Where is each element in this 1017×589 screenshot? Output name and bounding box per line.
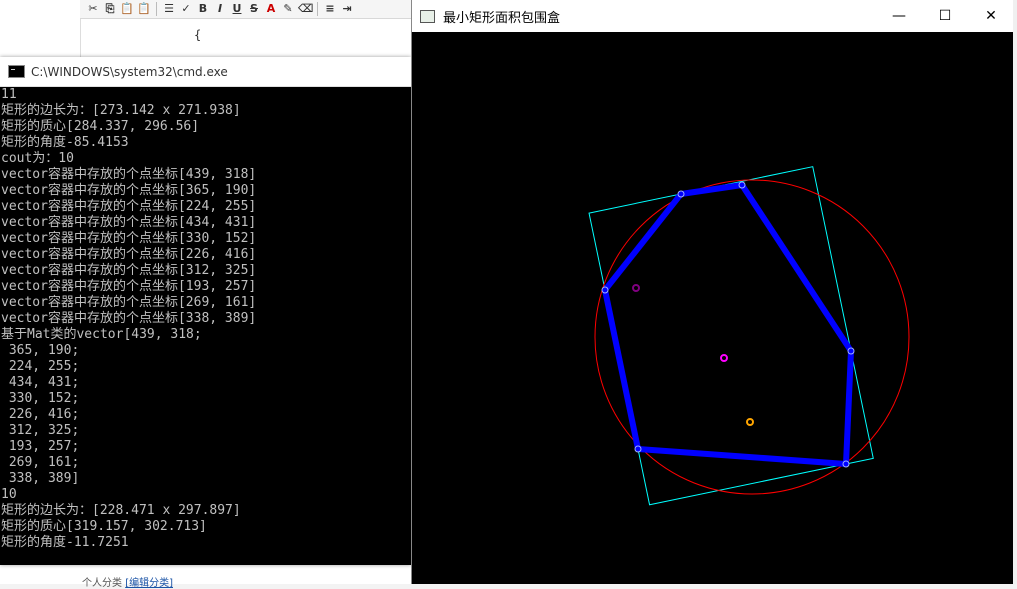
console-line: vector容器中存放的个点坐标[224, 255] (1, 199, 257, 214)
cmd-title: C:\WINDOWS\system32\cmd.exe (31, 64, 228, 79)
editor-footer: 个人分类 [编辑分类] (82, 574, 173, 589)
console-line: 矩形的角度-11.7251 (1, 535, 129, 550)
highlight-icon[interactable]: ✎ (281, 2, 295, 16)
console-line: 矩形的边长为：[228.471 x 297.897] (1, 503, 241, 518)
italic-icon[interactable]: I (213, 2, 227, 16)
paste-text-icon[interactable]: 📋 (137, 2, 151, 16)
image-window-title: 最小矩形面积包围盒 (443, 10, 561, 26)
cut-icon[interactable]: ✂ (86, 2, 100, 16)
minimize-button[interactable]: — (876, 0, 922, 32)
toolbar-divider (156, 2, 157, 16)
canvas-background (412, 33, 1013, 584)
indent-icon[interactable]: ⇥ (340, 2, 354, 16)
console-line: vector容器中存放的个点坐标[365, 190] (1, 183, 257, 198)
console-line: 434, 431; (1, 375, 80, 390)
strikethrough-icon[interactable]: S (247, 2, 261, 16)
console-line: 338, 389] (1, 471, 80, 486)
console-line: vector容器中存放的个点坐标[226, 416] (1, 247, 257, 262)
console-line: vector容器中存放的个点坐标[312, 325] (1, 263, 257, 278)
align-icon[interactable]: ≡ (323, 2, 337, 16)
editor-gutter (80, 19, 81, 59)
cmd-titlebar[interactable]: C:\WINDOWS\system32\cmd.exe (0, 57, 411, 87)
font-color-icon[interactable]: A (264, 2, 278, 16)
copy-icon[interactable]: ⎘ (103, 2, 117, 16)
close-button[interactable]: ✕ (968, 0, 1014, 32)
console-line: 224, 255; (1, 359, 80, 374)
console-icon (8, 65, 25, 78)
console-line: vector容器中存放的个点坐标[434, 431] (1, 215, 257, 230)
console-line: 基于Mat类的vector[439, 318; (1, 327, 202, 342)
console-line: 矩形的边长为：[273.142 x 271.938] (1, 103, 241, 118)
code-brace: { (194, 28, 202, 42)
console-line: 10 (1, 487, 17, 502)
console-line: 226, 416; (1, 407, 80, 422)
bounding-box-canvas (412, 33, 1013, 584)
cmd-window[interactable]: C:\WINDOWS\system32\cmd.exe 11 矩形的边长为：[27… (0, 57, 411, 565)
console-line: vector容器中存放的个点坐标[338, 389] (1, 311, 257, 326)
console-line: vector容器中存放的个点坐标[439, 318] (1, 167, 257, 182)
console-line: 193, 257; (1, 439, 80, 454)
underline-icon[interactable]: U (230, 2, 244, 16)
console-line: 269, 161; (1, 455, 80, 470)
maximize-button[interactable]: ☐ (922, 0, 968, 32)
console-line: vector容器中存放的个点坐标[193, 257] (1, 279, 257, 294)
image-window[interactable]: 最小矩形面积包围盒 — ☐ ✕ (411, 0, 1014, 584)
image-window-titlebar[interactable]: 最小矩形面积包围盒 — ☐ ✕ (412, 0, 1014, 32)
console-line: 365, 190; (1, 343, 80, 358)
image-window-icon (420, 9, 435, 23)
editor-toolbar: ✂ ⎘ 📋 📋 ☰ ✓ B I U S A ✎ ⌫ ≡ ⇥ (80, 0, 417, 19)
console-line: vector容器中存放的个点坐标[269, 161] (1, 295, 257, 310)
window-controls: — ☐ ✕ (876, 0, 1014, 32)
eraser-icon[interactable]: ⌫ (298, 2, 314, 16)
console-output[interactable]: 11 矩形的边长为：[273.142 x 271.938] 矩形的质心[284.33… (0, 87, 412, 565)
spellcheck-icon[interactable]: ✓ (179, 2, 193, 16)
console-line: 矩形的质心[319.157, 302.713] (1, 519, 207, 534)
toolbar-divider (317, 2, 318, 16)
paste-icon[interactable]: 📋 (120, 2, 134, 16)
desktop-edge (1013, 0, 1017, 584)
console-line: 330, 152; (1, 391, 80, 406)
bold-icon[interactable]: B (196, 2, 210, 16)
console-line: 312, 325; (1, 423, 80, 438)
console-line: vector容器中存放的个点坐标[330, 152] (1, 231, 257, 246)
console-line: 矩形的质心[284.337, 296.56] (1, 119, 200, 134)
list-icon[interactable]: ☰ (162, 2, 176, 16)
console-line: cout为：10 (1, 151, 74, 166)
console-line: 矩形的角度-85.4153 (1, 135, 129, 150)
console-line: 11 (1, 87, 17, 102)
